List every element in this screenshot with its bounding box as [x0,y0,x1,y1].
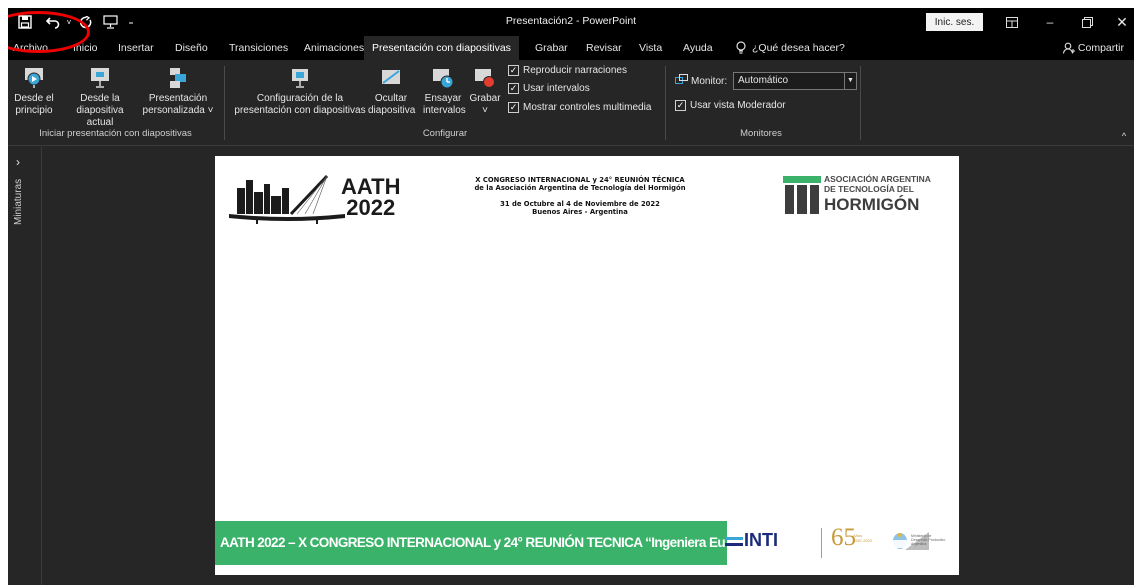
aath-logo-text: AATH 2022 [341,174,401,220]
share-button[interactable]: Compartir [1062,36,1124,60]
expand-thumbnails-icon[interactable]: › [16,155,20,169]
powerpoint-window: ˅ ₌ Presentación2 - PowerPoint Inic. ses… [8,8,1134,585]
years-caption: Años 1957-2022 [853,533,873,543]
checkmark-icon: ✓ [508,83,519,94]
collapse-ribbon-icon[interactable]: ^ [1118,130,1130,142]
monitor-label: Monitor: [675,74,727,89]
association-name: ASOCIACIÓN ARGENTINA DE TECNOLOGÍA DEL [824,174,931,194]
tab-presentacion-con-diapositivas[interactable]: Presentación con diapositivas [364,36,519,60]
tab-insertar[interactable]: Insertar [118,36,154,60]
monitor-select[interactable]: Automático ▼ [733,72,857,90]
record-icon [473,66,497,90]
tab-animaciones[interactable]: Animaciones [304,36,364,60]
tab-transiciones[interactable]: Transiciones [229,36,288,60]
tab-vista[interactable]: Vista [639,36,662,60]
from-current-slide-button[interactable]: Desde la diapositiva actual [64,66,136,129]
setup-slideshow-icon [288,66,312,90]
logo-divider [821,528,822,558]
presenter-view-checkbox[interactable]: ✓ Usar vista Moderador [675,100,786,111]
group-separator [860,66,861,140]
slideshow-from-beginning-icon [22,66,46,90]
group-label-start: Iniciar presentación con diapositivas [39,128,192,139]
tab-revisar[interactable]: Revisar [586,36,622,60]
show-media-controls-checkbox[interactable]: ✓ Mostrar controles multimedia [508,102,651,113]
custom-slideshow-icon [166,66,190,90]
checkmark-icon: ✓ [508,102,519,113]
use-timings-checkbox[interactable]: ✓ Usar intervalos [508,83,590,94]
hide-slide-icon [379,66,403,90]
ribbon: Desde el principio Desde la diapositiva … [8,60,1134,146]
ribbon-display-options-icon[interactable] [1002,13,1022,31]
chevron-down-icon: ▼ [844,73,856,89]
hormigon-wordmark: HORMIGÓN [824,195,920,214]
aath-skyline-logo [227,168,347,229]
from-beginning-button[interactable]: Desde el principio [10,66,58,117]
play-narrations-checkbox[interactable]: ✓ Reproducir narraciones [508,65,627,76]
rehearse-timings-icon [431,66,455,90]
congress-header: X CONGRESO INTERNACIONAL y 24° REUNIÓN T… [474,176,686,216]
custom-slideshow-button[interactable]: Presentación personalizada ˅ [142,66,214,117]
record-button[interactable]: Grabar ˅ [467,66,503,117]
lightbulb-icon [735,36,747,60]
person-add-icon [1062,42,1078,54]
hide-slide-button[interactable]: Ocultar diapositiva [368,66,415,117]
hormigon-association-logo [783,176,821,217]
argentina-shield-icon [891,532,929,553]
ribbon-tabs: Archivo Inicio Insertar Diseño Transicio… [8,36,1134,60]
footer-text: AATH 2022 – X CONGRESO INTERNACIONAL y 2… [220,535,725,550]
tell-me-search[interactable]: ¿Qué desea hacer? [752,36,845,60]
tab-ayuda[interactable]: Ayuda [683,36,713,60]
restore-icon[interactable] [1077,13,1097,31]
title-bar: ˅ ₌ Presentación2 - PowerPoint Inic. ses… [8,8,1134,36]
slide-canvas[interactable]: AATH 2022 X CONGRESO INTERNACIONAL y 24°… [215,156,959,575]
checkmark-icon: ✓ [508,65,519,76]
monitor-icon [675,74,688,89]
ministry-logo-text: Ministerio de Desarrollo Productivo Arge… [911,534,946,546]
inti-logo: INTI [744,530,778,550]
share-label: Compartir [1077,42,1124,54]
inti-logo-bars [725,536,743,551]
tab-grabar[interactable]: Grabar [535,36,568,60]
group-label-monitors: Monitores [740,128,782,139]
sign-in-button[interactable]: Inic. ses. [926,13,983,31]
close-icon[interactable]: ✕ [1112,13,1132,31]
thumbnails-label: Miniaturas [13,178,24,225]
minimize-icon[interactable]: – [1040,13,1060,31]
thumbnails-pane: › Miniaturas [8,147,42,585]
setup-slideshow-button[interactable]: Configuración de la presentación con dia… [230,66,370,117]
rehearse-timings-button[interactable]: Ensayar intervalos [423,66,466,117]
group-separator [224,66,225,140]
slideshow-from-current-icon [88,66,112,90]
checkmark-icon: ✓ [675,100,686,111]
group-label-configure: Configurar [422,128,468,139]
tab-diseno[interactable]: Diseño [175,36,208,60]
